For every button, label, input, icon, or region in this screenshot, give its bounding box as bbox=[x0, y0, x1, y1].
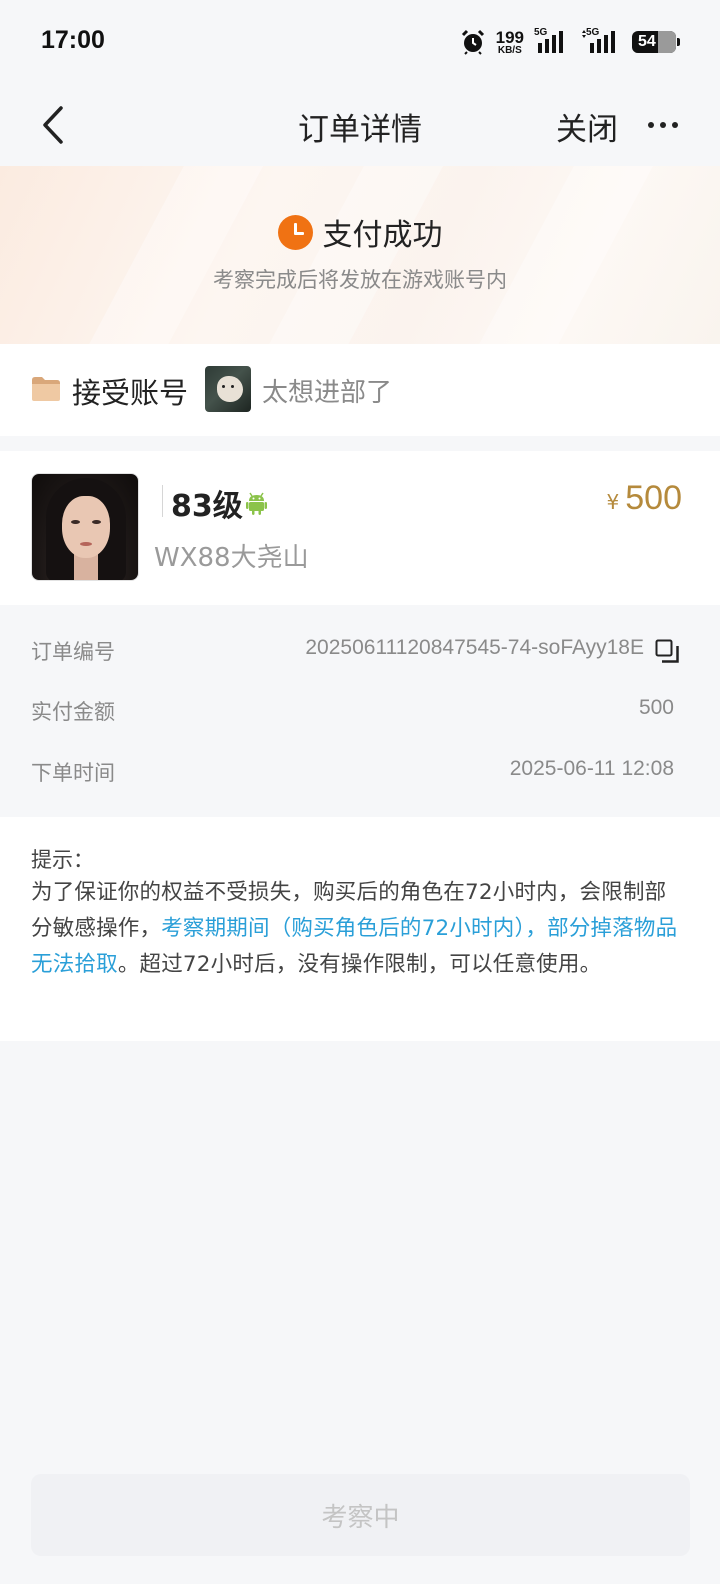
back-button[interactable] bbox=[30, 102, 76, 148]
paid-amount-label: 实付金额 bbox=[31, 700, 115, 724]
payment-status-banner: 支付成功 考察完成后将发放在游戏账号内 bbox=[0, 166, 720, 344]
receiving-account-row: 接受账号 太想进部了 bbox=[0, 344, 720, 436]
network-speed-unit: KB/S bbox=[497, 44, 522, 56]
close-button[interactable]: 关闭 bbox=[556, 104, 618, 149]
payment-status-text: 支付成功 bbox=[322, 218, 443, 253]
order-number-label: 订单编号 bbox=[31, 640, 115, 664]
network-speed: 199 KB/S bbox=[496, 29, 524, 56]
price: ¥ 500 bbox=[607, 479, 682, 518]
account-avatar bbox=[205, 366, 251, 412]
order-time-row: 下单时间 2025-06-11 12:08 bbox=[0, 741, 720, 801]
currency-symbol: ¥ bbox=[606, 490, 620, 514]
paid-amount-row: 实付金额 500 bbox=[0, 680, 720, 740]
battery-level: 54 bbox=[638, 33, 656, 50]
order-info-list: 订单编号 20250611120847545-74-soFAyy18E 实付金额… bbox=[0, 620, 720, 802]
role-level: 83级 bbox=[171, 489, 243, 524]
price-amount: 500 bbox=[625, 479, 682, 517]
status-bar: 17:00 199 KB/S 5G 5G 54 bbox=[0, 0, 720, 84]
role-avatar bbox=[31, 473, 139, 581]
more-button[interactable] bbox=[640, 110, 686, 140]
tip-text-end: 。超过72小时后，没有操作限制，可以任意使用。 bbox=[117, 952, 602, 977]
divider bbox=[162, 485, 163, 517]
battery-icon: 54 bbox=[632, 31, 680, 53]
order-number-value: 20250611120847545-74-soFAyy18E bbox=[305, 636, 644, 659]
bottom-bar: 考察中 bbox=[0, 1462, 720, 1584]
receiving-account-name: 太想进部了 bbox=[262, 378, 393, 408]
android-icon bbox=[246, 492, 267, 515]
order-number-row: 订单编号 20250611120847545-74-soFAyy18E bbox=[0, 620, 720, 680]
status-time: 17:00 bbox=[41, 26, 105, 54]
tip-body: 为了保证你的权益不受损失，购买后的角色在72小时内，会限制部分敏感操作，考察期期… bbox=[31, 875, 680, 983]
order-time-label: 下单时间 bbox=[31, 761, 115, 785]
nav-bar: 订单详情 关闭 bbox=[0, 84, 720, 166]
payment-status: 支付成功 bbox=[0, 210, 720, 254]
inspection-status-button[interactable]: 考察中 bbox=[31, 1474, 690, 1556]
payment-status-subtitle: 考察完成后将发放在游戏账号内 bbox=[213, 268, 507, 292]
receiving-account-label: 接受账号 bbox=[72, 376, 189, 410]
back-arrow-icon bbox=[43, 106, 63, 144]
copy-icon[interactable] bbox=[655, 639, 679, 663]
signal-icon: 5G bbox=[534, 27, 570, 55]
alarm-icon bbox=[461, 29, 484, 55]
tip-title: 提示： bbox=[31, 848, 94, 872]
role-product-card[interactable]: 83级 WX88大尧山 ¥ 500 bbox=[0, 451, 720, 605]
paid-amount-value: 500 bbox=[638, 696, 674, 719]
tip-section: 提示： 为了保证你的权益不受损失，购买后的角色在72小时内，会限制部分敏感操作，… bbox=[0, 817, 720, 1041]
order-time-value: 2025-06-11 12:08 bbox=[509, 757, 674, 780]
role-server-name: WX88大尧山 bbox=[154, 543, 309, 573]
signal-icon: 5G bbox=[580, 27, 622, 55]
clock-icon bbox=[277, 214, 313, 250]
folder-icon bbox=[32, 377, 60, 401]
more-icon bbox=[648, 122, 678, 128]
status-icons: 199 KB/S 5G 5G 54 bbox=[460, 26, 680, 58]
network-speed-value: 199 bbox=[495, 27, 524, 47]
